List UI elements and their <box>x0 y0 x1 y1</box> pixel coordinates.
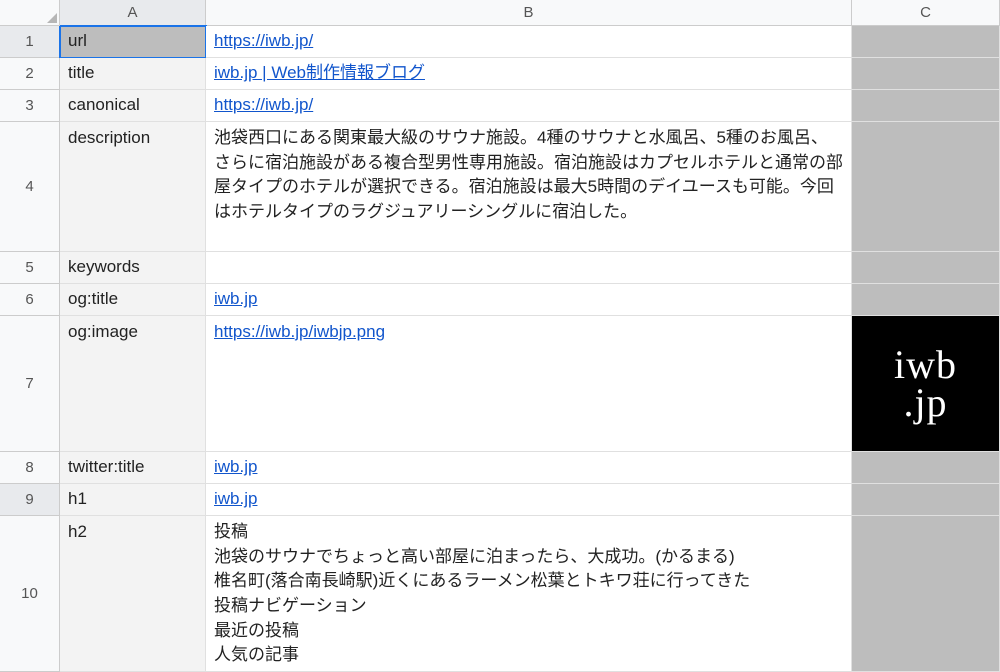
cell-A6[interactable]: og:title <box>60 284 206 316</box>
row-header-1[interactable]: 1 <box>0 26 60 58</box>
cell-B7[interactable]: https://iwb.jp/iwbjp.png <box>206 316 852 452</box>
cell-C10[interactable] <box>852 516 1000 672</box>
cell-C3[interactable] <box>852 90 1000 122</box>
cell-C1[interactable] <box>852 26 1000 58</box>
link-B6[interactable]: iwb.jp <box>214 287 257 312</box>
cell-C2[interactable] <box>852 58 1000 90</box>
cell-A8[interactable]: twitter:title <box>60 452 206 484</box>
cell-B3[interactable]: https://iwb.jp/ <box>206 90 852 122</box>
row-header-7[interactable]: 7 <box>0 316 60 452</box>
row-header-4[interactable]: 4 <box>0 122 60 252</box>
row-header-9[interactable]: 9 <box>0 484 60 516</box>
cell-B10[interactable]: 投稿 池袋のサウナでちょっと高い部屋に泊まったら、大成功。(かるまる) 椎名町(… <box>206 516 852 672</box>
row-header-6[interactable]: 6 <box>0 284 60 316</box>
cell-A1[interactable]: url <box>60 26 206 58</box>
column-header-C[interactable]: C <box>852 0 1000 26</box>
select-all-corner[interactable] <box>0 0 60 26</box>
cell-A3[interactable]: canonical <box>60 90 206 122</box>
cell-C8[interactable] <box>852 452 1000 484</box>
cell-A2[interactable]: title <box>60 58 206 90</box>
link-B8[interactable]: iwb.jp <box>214 455 257 480</box>
row-header-3[interactable]: 3 <box>0 90 60 122</box>
cell-A4[interactable]: description <box>60 122 206 252</box>
column-header-A[interactable]: A <box>60 0 206 26</box>
cell-C6[interactable] <box>852 284 1000 316</box>
link-B7[interactable]: https://iwb.jp/iwbjp.png <box>214 320 385 345</box>
cell-B9[interactable]: iwb.jp <box>206 484 852 516</box>
cell-C5[interactable] <box>852 252 1000 284</box>
cell-C7[interactable]: iwb.jp <box>852 316 1000 452</box>
link-B1[interactable]: https://iwb.jp/ <box>214 29 313 54</box>
text-B10: 投稿 池袋のサウナでちょっと高い部屋に泊まったら、大成功。(かるまる) 椎名町(… <box>214 520 750 668</box>
cell-A7[interactable]: og:image <box>60 316 206 452</box>
spreadsheet-grid: ABC 1url https://iwb.jp/2title iwb.jp | Web… <box>0 0 1000 672</box>
cell-B8[interactable]: iwb.jp <box>206 452 852 484</box>
column-header-B[interactable]: B <box>206 0 852 26</box>
cell-A5[interactable]: keywords <box>60 252 206 284</box>
cell-C9[interactable] <box>852 484 1000 516</box>
row-header-10[interactable]: 10 <box>0 516 60 672</box>
row-header-2[interactable]: 2 <box>0 58 60 90</box>
cell-B6[interactable]: iwb.jp <box>206 284 852 316</box>
link-B3[interactable]: https://iwb.jp/ <box>214 93 313 118</box>
og-image-logo: iwb.jp <box>894 346 957 422</box>
link-B2[interactable]: iwb.jp | Web制作情報ブログ <box>214 61 425 86</box>
cell-B5[interactable] <box>206 252 852 284</box>
cell-C4[interactable] <box>852 122 1000 252</box>
cell-A10[interactable]: h2 <box>60 516 206 672</box>
row-header-5[interactable]: 5 <box>0 252 60 284</box>
text-B4: 池袋西口にある関東最大級のサウナ施設。4種のサウナと水風呂、5種のお風呂、さらに… <box>214 126 843 225</box>
cell-B1[interactable]: https://iwb.jp/ <box>206 26 852 58</box>
cell-B4[interactable]: 池袋西口にある関東最大級のサウナ施設。4種のサウナと水風呂、5種のお風呂、さらに… <box>206 122 852 252</box>
link-B9[interactable]: iwb.jp <box>214 487 257 512</box>
cell-B2[interactable]: iwb.jp | Web制作情報ブログ <box>206 58 852 90</box>
cell-A9[interactable]: h1 <box>60 484 206 516</box>
row-header-8[interactable]: 8 <box>0 452 60 484</box>
